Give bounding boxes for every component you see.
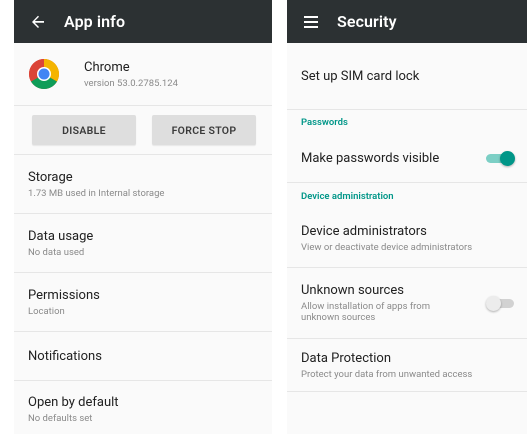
device-administrators-item[interactable]: Device administrators View or deactivate… [287, 209, 527, 268]
notifications-item[interactable]: Notifications [14, 332, 272, 381]
storage-title: Storage [28, 169, 73, 185]
open-by-default-item[interactable]: Open by default No defaults set [14, 381, 272, 434]
switch-knob [500, 151, 515, 166]
chrome-logo-icon [28, 58, 60, 90]
device-administrators-title: Device administrators [301, 223, 427, 239]
permissions-subtitle: Location [28, 305, 65, 317]
make-passwords-visible-item[interactable]: Make passwords visible [287, 134, 527, 183]
unknown-sources-switch[interactable] [486, 296, 514, 311]
page-title: App info [64, 12, 126, 31]
sim-card-lock-title: Set up SIM card lock [301, 68, 420, 84]
data-usage-subtitle: No data used [28, 246, 85, 258]
unknown-sources-title: Unknown sources [301, 283, 404, 298]
permissions-item[interactable]: Permissions Location [14, 273, 272, 332]
page-title: Security [337, 12, 397, 31]
data-protection-title: Data Protection [301, 350, 392, 366]
disable-button[interactable]: DISABLE [32, 115, 136, 145]
data-usage-item[interactable]: Data usage No data used [14, 214, 272, 273]
make-passwords-visible-switch[interactable] [486, 151, 515, 166]
sim-card-lock-item[interactable]: Set up SIM card lock [287, 43, 527, 110]
app-info-screen: App info Chrome version 53.0.2785.124 DI… [14, 0, 272, 434]
hamburger-menu-icon[interactable] [301, 12, 321, 32]
switch-knob [486, 296, 501, 311]
data-protection-subtitle: Protect your data from unwanted access [301, 368, 473, 380]
security-screen: Security Set up SIM card lock Passwords … [287, 0, 527, 434]
notifications-title: Notifications [28, 348, 102, 364]
app-version: version 53.0.2785.124 [84, 77, 178, 89]
force-stop-button[interactable]: FORCE STOP [152, 115, 256, 145]
make-passwords-visible-title: Make passwords visible [301, 150, 440, 166]
storage-subtitle: 1.73 MB used in Internal storage [28, 187, 165, 199]
data-usage-title: Data usage [28, 228, 94, 244]
permissions-title: Permissions [28, 287, 100, 303]
security-toolbar: Security [287, 0, 527, 43]
section-passwords: Passwords [301, 116, 348, 128]
unknown-sources-item[interactable]: Unknown sources Allow installation of ap… [287, 268, 527, 339]
app-info-toolbar: App info [14, 0, 272, 43]
app-header: Chrome version 53.0.2785.124 [14, 43, 272, 106]
device-administrators-subtitle: View or deactivate device administrators [301, 241, 473, 253]
unknown-sources-subtitle: Allow installation of apps from unknown … [301, 301, 431, 323]
section-device-administration: Device administration [301, 190, 394, 202]
data-protection-item[interactable]: Data Protection Protect your data from u… [287, 339, 527, 392]
app-name: Chrome [84, 59, 130, 75]
open-by-default-subtitle: No defaults set [28, 412, 93, 424]
storage-item[interactable]: Storage 1.73 MB used in Internal storage [14, 155, 272, 214]
open-by-default-title: Open by default [28, 394, 119, 410]
action-buttons: DISABLE FORCE STOP [14, 106, 272, 155]
arrow-left-icon[interactable] [28, 12, 48, 32]
